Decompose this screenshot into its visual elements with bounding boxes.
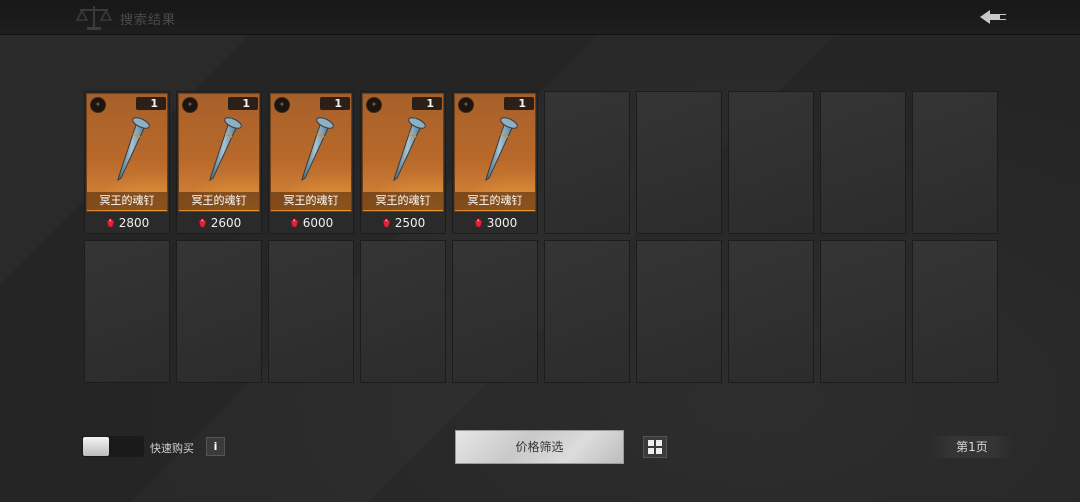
- item-name: 冥王的魂钉: [363, 192, 443, 210]
- item-slot[interactable]: ✦ 1 冥王的魂钉 6000: [268, 91, 354, 234]
- quick-buy-toggle[interactable]: [82, 436, 144, 457]
- empty-slot: [360, 240, 446, 383]
- grid-view-button[interactable]: [643, 436, 667, 458]
- item-quantity: 1: [504, 97, 534, 110]
- item-price: 3000: [453, 214, 537, 232]
- empty-slot: [912, 240, 998, 383]
- toggle-knob: [83, 437, 109, 456]
- item-slot[interactable]: ✦ 1 冥王的魂钉 3000: [452, 91, 538, 234]
- item-name: 冥王的魂钉: [179, 192, 259, 210]
- blood-gem-currency-icon: [198, 217, 207, 228]
- item-price-value: 2500: [394, 216, 426, 230]
- search-results-grid: ✦ 1 冥王的魂钉 2800 ✦ 1 冥王的魂钉 2600 ✦ 1 冥王的魂钉 …: [84, 91, 998, 383]
- item-slot[interactable]: ✦ 1 冥王的魂钉 2800: [84, 91, 170, 234]
- empty-slot: [820, 240, 906, 383]
- back-arrow-icon[interactable]: [976, 7, 1010, 27]
- item-quantity: 1: [320, 97, 350, 110]
- item-price-value: 6000: [302, 216, 334, 230]
- item-quantity: 1: [412, 97, 442, 110]
- item-rank-icon: ✦: [182, 97, 198, 113]
- item-slot[interactable]: ✦ 1 冥王的魂钉 2500: [360, 91, 446, 234]
- soul-nail-icon: [209, 117, 242, 182]
- item-price: 2800: [85, 214, 169, 232]
- item-name: 冥王的魂钉: [455, 192, 535, 210]
- empty-slot: [84, 240, 170, 383]
- empty-slot: [268, 240, 354, 383]
- blood-gem-currency-icon: [106, 217, 115, 228]
- empty-slot: [544, 91, 630, 234]
- balance-scale-icon: [75, 6, 113, 30]
- page-indicator: 第1页: [930, 436, 1014, 458]
- item-price-value: 2800: [118, 216, 150, 230]
- grid-view-icon: [648, 440, 662, 454]
- item-card: ✦ 1 冥王的魂钉: [86, 93, 168, 212]
- item-card: ✦ 1 冥王的魂钉: [454, 93, 536, 212]
- item-name: 冥王的魂钉: [271, 192, 351, 210]
- soul-nail-icon: [485, 117, 518, 182]
- item-name: 冥王的魂钉: [87, 192, 167, 210]
- item-price: 2600: [177, 214, 261, 232]
- item-price-value: 3000: [486, 216, 518, 230]
- empty-slot: [820, 91, 906, 234]
- empty-slot: [912, 91, 998, 234]
- item-card: ✦ 1 冥王的魂钉: [178, 93, 260, 212]
- empty-slot: [728, 91, 814, 234]
- soul-nail-icon: [117, 117, 150, 182]
- blood-gem-currency-icon: [474, 217, 483, 228]
- empty-slot: [176, 240, 262, 383]
- page-title: 搜索结果: [120, 13, 177, 28]
- empty-slot: [544, 240, 630, 383]
- item-price: 6000: [269, 214, 353, 232]
- empty-slot: [728, 240, 814, 383]
- item-price-value: 2600: [210, 216, 242, 230]
- empty-slot: [452, 240, 538, 383]
- item-rank-icon: ✦: [274, 97, 290, 113]
- quick-buy-label: 快速购买: [150, 442, 194, 455]
- item-price: 2500: [361, 214, 445, 232]
- blood-gem-currency-icon: [290, 217, 299, 228]
- item-card: ✦ 1 冥王的魂钉: [362, 93, 444, 212]
- blood-gem-currency-icon: [382, 217, 391, 228]
- item-rank-icon: ✦: [366, 97, 382, 113]
- top-bar: 搜索结果: [0, 0, 1080, 35]
- item-card: ✦ 1 冥王的魂钉: [270, 93, 352, 212]
- empty-slot: [636, 91, 722, 234]
- empty-slot: [636, 240, 722, 383]
- item-quantity: 1: [136, 97, 166, 110]
- item-slot[interactable]: ✦ 1 冥王的魂钉 2600: [176, 91, 262, 234]
- price-filter-button[interactable]: 价格筛选: [455, 430, 624, 464]
- soul-nail-icon: [301, 117, 334, 182]
- item-rank-icon: ✦: [90, 97, 106, 113]
- info-button[interactable]: i: [206, 437, 225, 456]
- item-rank-icon: ✦: [458, 97, 474, 113]
- item-quantity: 1: [228, 97, 258, 110]
- soul-nail-icon: [393, 117, 426, 182]
